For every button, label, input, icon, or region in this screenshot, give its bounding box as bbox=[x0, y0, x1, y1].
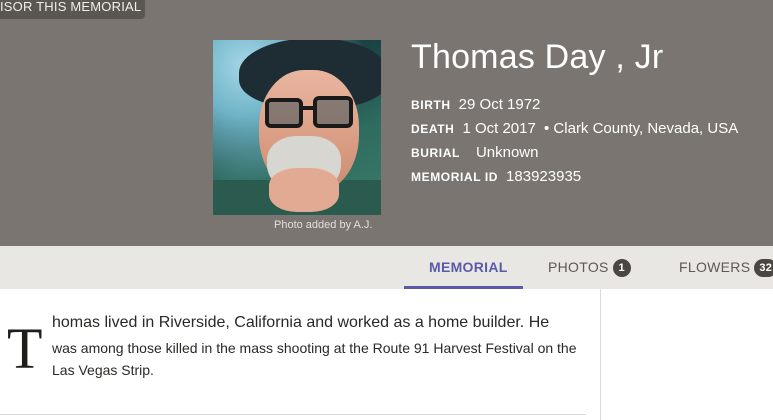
memorial-id-value: 183923935 bbox=[506, 168, 582, 185]
flowers-count-badge: 32 bbox=[754, 259, 773, 277]
death-row: DEATH 1 Oct 2017 • Clark County, Nevada, … bbox=[411, 117, 738, 141]
bio-first-line: homas lived in Riverside, California and… bbox=[52, 314, 550, 331]
death-label: DEATH bbox=[411, 122, 455, 136]
sponsor-memorial-button[interactable]: ISOR THIS MEMORIAL bbox=[0, 0, 145, 19]
memorial-facts: BIRTH 29 Oct 1972 DEATH 1 Oct 2017 • Clark… bbox=[411, 93, 738, 189]
sponsor-button-label: ISOR THIS MEMORIAL bbox=[0, 0, 142, 14]
bio-divider bbox=[0, 414, 586, 415]
birth-label: BIRTH bbox=[411, 98, 451, 112]
memorial-id-row: MEMORIAL ID 183923935 bbox=[411, 165, 738, 189]
memorial-tabs: MEMORIAL PHOTOS 1 FLOWERS 32 bbox=[0, 246, 773, 289]
birth-row: BIRTH 29 Oct 1972 bbox=[411, 93, 738, 117]
photo-credit[interactable]: Photo added by A.J. bbox=[274, 219, 372, 231]
death-place[interactable]: • Clark County, Nevada, USA bbox=[544, 120, 738, 137]
bio-dropcap: T bbox=[7, 316, 43, 381]
memorial-id-label: MEMORIAL ID bbox=[411, 170, 499, 184]
photos-count-badge: 1 bbox=[612, 259, 631, 277]
memorial-name: Thomas Day , Jr bbox=[411, 38, 664, 76]
memorial-header: ISOR THIS MEMORIAL Photo added by A.J. T… bbox=[0, 0, 773, 246]
tab-memorial[interactable]: MEMORIAL bbox=[429, 246, 508, 289]
burial-row: BURIAL Unknown bbox=[411, 141, 738, 165]
death-value: 1 Oct 2017 bbox=[462, 120, 536, 137]
tab-flowers-label: FLOWERS bbox=[679, 259, 751, 275]
tab-photos[interactable]: PHOTOS 1 bbox=[548, 246, 631, 289]
memorial-photo[interactable] bbox=[213, 40, 381, 215]
tab-flowers[interactable]: FLOWERS 32 bbox=[679, 246, 773, 289]
bio-text: was among those killed in the mass shoot… bbox=[52, 340, 577, 378]
tab-photos-label: PHOTOS bbox=[548, 259, 609, 275]
tab-memorial-label: MEMORIAL bbox=[429, 259, 508, 275]
birth-value: 29 Oct 1972 bbox=[458, 96, 541, 113]
burial-value: Unknown bbox=[475, 144, 539, 161]
burial-label: BURIAL bbox=[411, 146, 460, 160]
